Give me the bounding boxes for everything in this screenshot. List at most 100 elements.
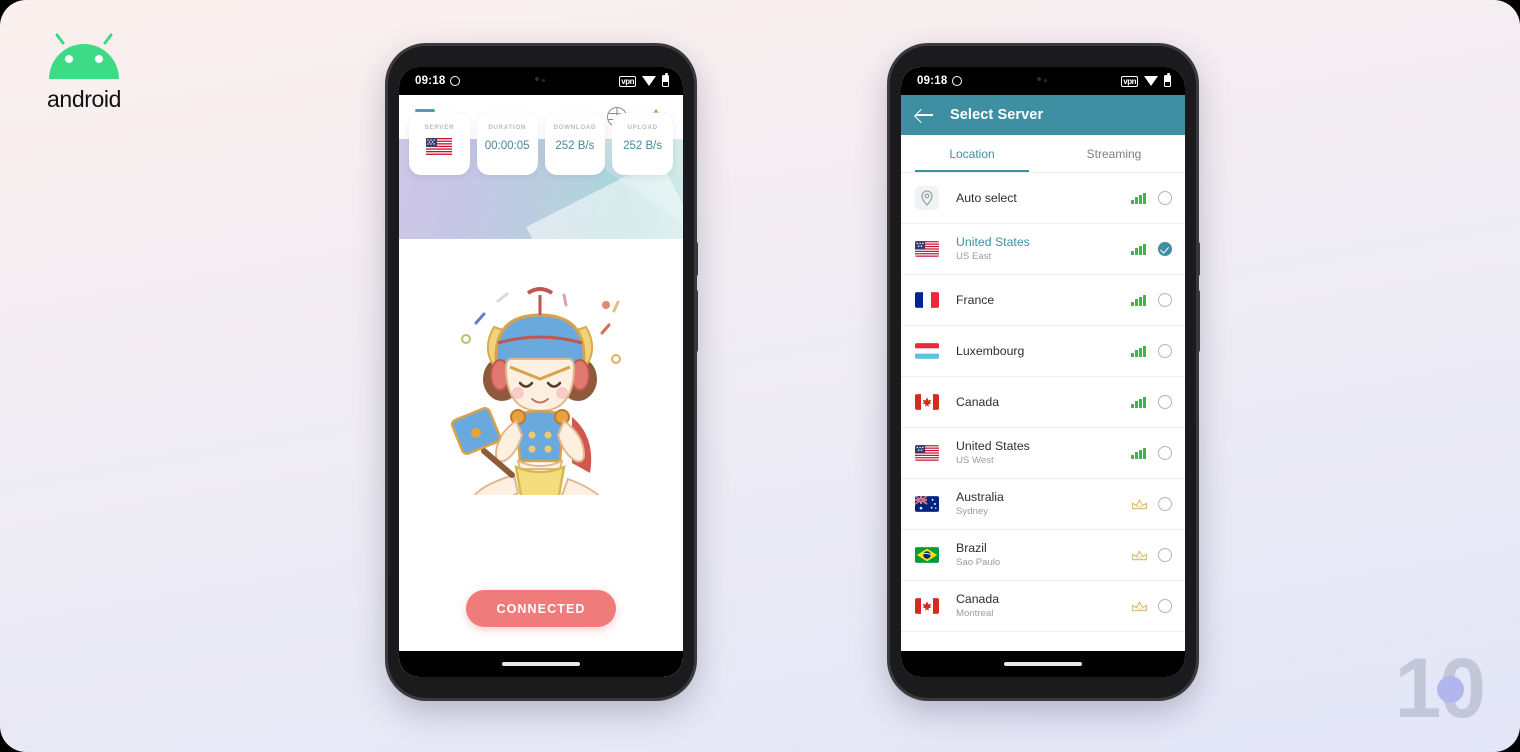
stat-label: UPLOAD: [627, 124, 658, 131]
server-tabs: Location Streaming: [901, 135, 1185, 173]
server-name: United States: [956, 235, 1030, 249]
status-bar: 09:18 vpn: [901, 67, 1185, 95]
wifi-icon: [1144, 76, 1158, 86]
server-name: Luxembourg: [956, 344, 1025, 358]
signal-strength-icon: [1131, 294, 1146, 306]
server-list[interactable]: Auto select United States US East France…: [901, 173, 1185, 643]
list-item[interactable]: United States US West: [901, 428, 1185, 479]
list-item[interactable]: Canada Quebec Pro: [901, 632, 1185, 643]
svg-text:Pro: Pro: [1136, 505, 1142, 509]
list-item-text: Auto select: [945, 191, 1131, 205]
stat-value: 00:00:05: [484, 140, 530, 152]
br-flag-icon: [915, 547, 945, 563]
server-name: United States: [956, 439, 1030, 453]
watermark-dot: [1437, 676, 1464, 703]
battery-icon: [1164, 73, 1171, 87]
status-bar: 09:18 vpn: [399, 67, 683, 95]
list-item-text: Luxembourg: [945, 344, 1131, 358]
server-radio[interactable]: [1158, 599, 1172, 613]
svg-text:Pro: Pro: [1136, 556, 1142, 560]
notification-oval-icon: [450, 76, 461, 86]
phone-volume-button[interactable]: [1196, 290, 1200, 352]
system-nav-bar: [901, 651, 1185, 677]
screenshot-canvas: android 09:18 vpn SERVER DURATION 00:00:…: [0, 0, 1520, 752]
signal-strength-icon: [1131, 192, 1146, 204]
status-icons: vpn: [1121, 73, 1171, 87]
us-flag-icon: [426, 138, 453, 155]
list-item[interactable]: United States US East: [901, 224, 1185, 275]
home-indicator[interactable]: [1004, 662, 1082, 666]
system-nav-bar: [399, 651, 683, 677]
connection-stats-row: SERVER DURATION 00:00:05 DOWNLOAD 252 B/…: [409, 113, 673, 175]
status-clock: 09:18: [917, 75, 963, 87]
server-radio[interactable]: [1158, 497, 1172, 511]
tab-streaming[interactable]: Streaming: [1043, 135, 1185, 172]
server-name: Brazil: [956, 541, 987, 555]
back-arrow-icon[interactable]: [916, 108, 934, 122]
svg-text:Pro: Pro: [1136, 607, 1142, 611]
wifi-icon: [642, 76, 656, 86]
phone-left: 09:18 vpn SERVER DURATION 00:00:05 DOWNL…: [388, 46, 698, 698]
server-region: Montreal: [956, 608, 994, 619]
ca-flag-icon: [915, 598, 945, 614]
vpn-icon: vpn: [1121, 75, 1138, 87]
status-time: 09:18: [415, 75, 446, 87]
camera-punch-hole: [535, 75, 547, 84]
status-time: 09:18: [917, 75, 948, 87]
phone-right-screen: 09:18 vpn Select Server Location Streami…: [901, 67, 1185, 677]
list-item[interactable]: Auto select: [901, 173, 1185, 224]
server-name: Canada: [956, 395, 1000, 409]
list-item[interactable]: Luxembourg: [901, 326, 1185, 377]
server-radio[interactable]: [1158, 446, 1172, 460]
signal-strength-icon: [1131, 345, 1146, 357]
list-item-text: Brazil Sao Paulo: [945, 541, 1131, 569]
android-wordmark: android: [47, 86, 121, 112]
phone-right: 09:18 vpn Select Server Location Streami…: [890, 46, 1200, 698]
list-item[interactable]: Brazil Sao Paulo Pro: [901, 530, 1185, 581]
list-item[interactable]: Canada Montreal Pro: [901, 581, 1185, 632]
server-name: Australia: [956, 490, 1004, 504]
list-item-text: Australia Sydney: [945, 490, 1131, 518]
list-item-text: France: [945, 293, 1131, 307]
page-title: Select Server: [950, 107, 1044, 123]
list-item[interactable]: Australia Sydney Pro: [901, 479, 1185, 530]
home-indicator[interactable]: [502, 662, 580, 666]
android-logo: android: [34, 33, 134, 113]
phone-power-button[interactable]: [694, 242, 698, 276]
battery-icon: [662, 73, 669, 87]
stat-card-duration: DURATION 00:00:05: [476, 113, 538, 175]
server-name: France: [956, 293, 995, 307]
android-robot-icon: [43, 33, 125, 81]
phone-power-button[interactable]: [1196, 242, 1200, 276]
server-radio[interactable]: [1158, 191, 1172, 205]
server-region: US East: [956, 251, 992, 262]
list-item-text: Canada Montreal: [945, 592, 1131, 620]
server-radio[interactable]: [1158, 344, 1172, 358]
status-clock: 09:18: [415, 75, 461, 87]
connected-button[interactable]: CONNECTED: [466, 590, 616, 627]
server-radio[interactable]: [1158, 395, 1172, 409]
stat-value: 252 B/s: [555, 140, 595, 152]
phone-volume-button[interactable]: [694, 290, 698, 352]
list-item[interactable]: France: [901, 275, 1185, 326]
select-server-toolbar: Select Server: [901, 95, 1185, 135]
stat-value: 252 B/s: [623, 140, 663, 152]
stat-card-server[interactable]: SERVER: [409, 113, 470, 175]
camera-punch-hole: [1037, 75, 1049, 84]
stat-card-download: DOWNLOAD 252 B/s: [544, 113, 606, 175]
notification-oval-icon: [952, 76, 963, 86]
list-item[interactable]: Canada: [901, 377, 1185, 428]
pro-crown-icon: Pro: [1131, 548, 1148, 562]
ca-flag-icon: [915, 394, 945, 410]
au-flag-icon: [915, 496, 945, 512]
pro-crown-icon: Pro: [1131, 599, 1148, 613]
server-radio-selected[interactable]: [1158, 242, 1172, 256]
stat-label: SERVER: [424, 124, 455, 131]
location-pin-icon: [915, 186, 945, 210]
server-radio[interactable]: [1158, 293, 1172, 307]
lu-flag-icon: [915, 343, 945, 359]
server-radio[interactable]: [1158, 548, 1172, 562]
server-name: Canada: [956, 592, 1000, 606]
tab-location[interactable]: Location: [901, 135, 1043, 173]
us-flag-icon: [915, 241, 945, 257]
